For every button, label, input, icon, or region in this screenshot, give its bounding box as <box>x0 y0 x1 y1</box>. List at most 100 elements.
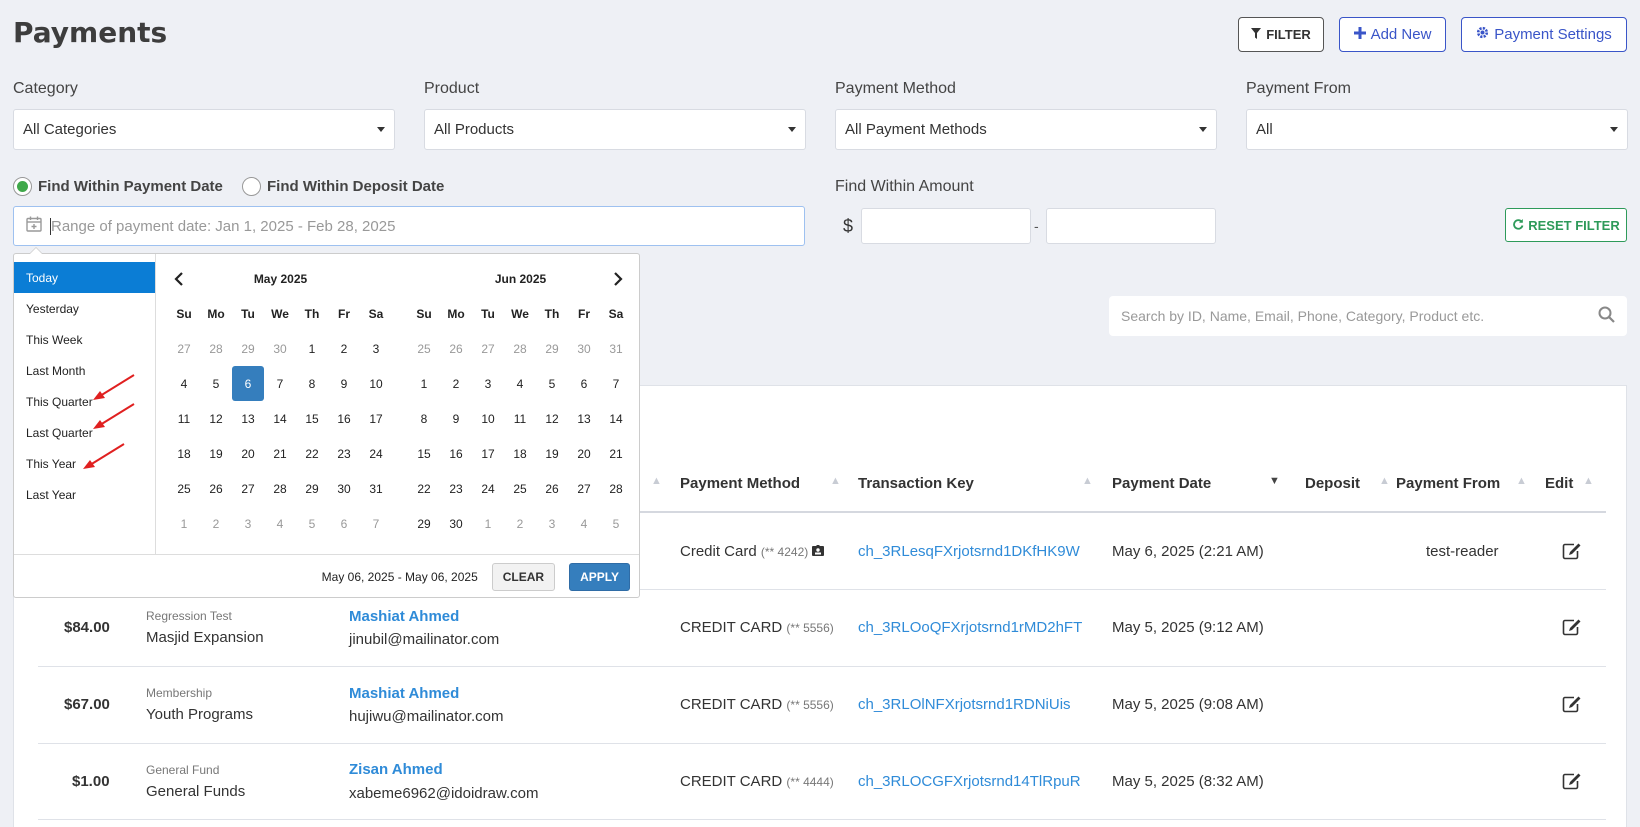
calendar-day[interactable]: 17 <box>360 401 392 436</box>
search-input[interactable]: Search by ID, Name, Email, Phone, Catego… <box>1109 296 1627 336</box>
calendar-day[interactable]: 23 <box>328 436 360 471</box>
sort-icon[interactable]: ▲ <box>1583 475 1594 487</box>
calendar-day[interactable]: 16 <box>328 401 360 436</box>
sort-desc-icon[interactable]: ▼ <box>1269 475 1280 487</box>
calendar-day[interactable]: 7 <box>360 506 392 541</box>
calendar-day[interactable]: 3 <box>232 506 264 541</box>
edit-icon[interactable] <box>1562 618 1581 636</box>
calendar-day[interactable]: 18 <box>168 436 200 471</box>
calendar-day[interactable]: 13 <box>568 401 600 436</box>
calendar-day[interactable]: 5 <box>296 506 328 541</box>
calendar-day[interactable]: 24 <box>360 436 392 471</box>
sort-icon[interactable]: ▲ <box>1379 475 1390 487</box>
calendar-day[interactable]: 25 <box>504 471 536 506</box>
reset-filter-button[interactable]: RESET FILTER <box>1505 208 1627 242</box>
apply-button[interactable]: APPLY <box>569 563 630 591</box>
transaction-key-link[interactable]: ch_3RLOCGFXrjotsrnd14TlRpuR <box>858 773 1081 790</box>
payment-date-range-input[interactable]: Range of payment date: Jan 1, 2025 - Feb… <box>13 206 805 246</box>
calendar-day[interactable]: 2 <box>440 366 472 401</box>
calendar-day[interactable]: 19 <box>536 436 568 471</box>
edit-icon[interactable] <box>1562 695 1581 713</box>
calendar-day[interactable]: 30 <box>568 331 600 366</box>
calendar-day[interactable]: 29 <box>536 331 568 366</box>
calendar-day[interactable]: 4 <box>264 506 296 541</box>
filter-button[interactable]: FILTER <box>1238 17 1324 52</box>
calendar-day[interactable]: 28 <box>600 471 632 506</box>
calendar-day[interactable]: 2 <box>504 506 536 541</box>
range-yesterday[interactable]: Yesterday <box>14 293 155 324</box>
range-this-week[interactable]: This Week <box>14 324 155 355</box>
calendar-day[interactable]: 12 <box>536 401 568 436</box>
sort-icon[interactable]: ▲ <box>1516 475 1527 487</box>
calendar-day[interactable]: 18 <box>504 436 536 471</box>
edit-icon[interactable] <box>1562 772 1581 790</box>
header-edit[interactable]: Edit <box>1545 475 1573 492</box>
calendar-day[interactable]: 20 <box>568 436 600 471</box>
calendar-day[interactable]: 31 <box>600 331 632 366</box>
calendar-day[interactable]: 10 <box>472 401 504 436</box>
calendar-day[interactable]: 30 <box>328 471 360 506</box>
edit-icon[interactable] <box>1562 542 1581 560</box>
calendar-day[interactable]: 15 <box>408 436 440 471</box>
calendar-day[interactable]: 11 <box>168 401 200 436</box>
calendar-day[interactable]: 14 <box>600 401 632 436</box>
calendar-day[interactable]: 17 <box>472 436 504 471</box>
calendar-day[interactable]: 26 <box>200 471 232 506</box>
calendar-day[interactable]: 23 <box>440 471 472 506</box>
range-today[interactable]: Today <box>14 262 155 293</box>
calendar-day[interactable]: 3 <box>536 506 568 541</box>
range-last-year[interactable]: Last Year <box>14 479 155 510</box>
calendar-day[interactable]: 20 <box>232 436 264 471</box>
calendar-day[interactable]: 5 <box>536 366 568 401</box>
calendar-day[interactable]: 19 <box>200 436 232 471</box>
calendar-day[interactable]: 1 <box>168 506 200 541</box>
calendar-day-selected[interactable]: 6 <box>232 366 264 401</box>
calendar-day[interactable]: 25 <box>168 471 200 506</box>
calendar-day[interactable]: 24 <box>472 471 504 506</box>
calendar-day[interactable]: 26 <box>440 331 472 366</box>
radio-payment-date[interactable]: Find Within Payment Date <box>13 177 223 196</box>
calendar-day[interactable]: 7 <box>264 366 296 401</box>
calendar-day[interactable]: 6 <box>328 506 360 541</box>
calendar-day[interactable]: 27 <box>232 471 264 506</box>
calendar-day[interactable]: 14 <box>264 401 296 436</box>
calendar-day[interactable]: 9 <box>328 366 360 401</box>
calendar-day[interactable]: 16 <box>440 436 472 471</box>
calendar-day[interactable]: 12 <box>200 401 232 436</box>
calendar-day[interactable]: 1 <box>296 331 328 366</box>
radio-button-unchecked[interactable] <box>242 177 261 196</box>
payer-name-link[interactable]: Zisan Ahmed <box>349 761 443 778</box>
header-deposit[interactable]: Deposit <box>1305 475 1360 492</box>
payment-from-select[interactable]: All <box>1246 109 1628 150</box>
calendar-day[interactable]: 4 <box>568 506 600 541</box>
calendar-day[interactable]: 6 <box>568 366 600 401</box>
header-payment-method[interactable]: Payment Method <box>680 475 800 492</box>
calendar-day[interactable]: 5 <box>600 506 632 541</box>
calendar-day[interactable]: 22 <box>296 436 328 471</box>
calendar-day[interactable]: 4 <box>168 366 200 401</box>
calendar-day[interactable]: 8 <box>408 401 440 436</box>
calendar-day[interactable]: 2 <box>328 331 360 366</box>
calendar-day[interactable]: 3 <box>472 366 504 401</box>
clear-button[interactable]: CLEAR <box>491 563 556 591</box>
calendar-day[interactable]: 30 <box>264 331 296 366</box>
sort-icon[interactable]: ▲ <box>1082 475 1093 487</box>
radio-deposit-date[interactable]: Find Within Deposit Date <box>242 177 444 196</box>
calendar-day[interactable]: 22 <box>408 471 440 506</box>
calendar-day[interactable]: 27 <box>168 331 200 366</box>
calendar-day[interactable]: 28 <box>200 331 232 366</box>
amount-min-input[interactable] <box>861 208 1031 244</box>
calendar-day[interactable]: 13 <box>232 401 264 436</box>
calendar-day[interactable]: 9 <box>440 401 472 436</box>
calendar-day[interactable]: 1 <box>472 506 504 541</box>
calendar-day[interactable]: 21 <box>600 436 632 471</box>
calendar-day[interactable]: 29 <box>408 506 440 541</box>
calendar-day[interactable]: 11 <box>504 401 536 436</box>
calendar-day[interactable]: 4 <box>504 366 536 401</box>
payment-settings-button[interactable]: Payment Settings <box>1461 17 1627 52</box>
payer-name-link[interactable]: Mashiat Ahmed <box>349 685 459 702</box>
calendar-day[interactable]: 28 <box>504 331 536 366</box>
calendar-day[interactable]: 7 <box>600 366 632 401</box>
sort-icon[interactable]: ▲ <box>651 475 662 487</box>
calendar-day[interactable]: 1 <box>408 366 440 401</box>
